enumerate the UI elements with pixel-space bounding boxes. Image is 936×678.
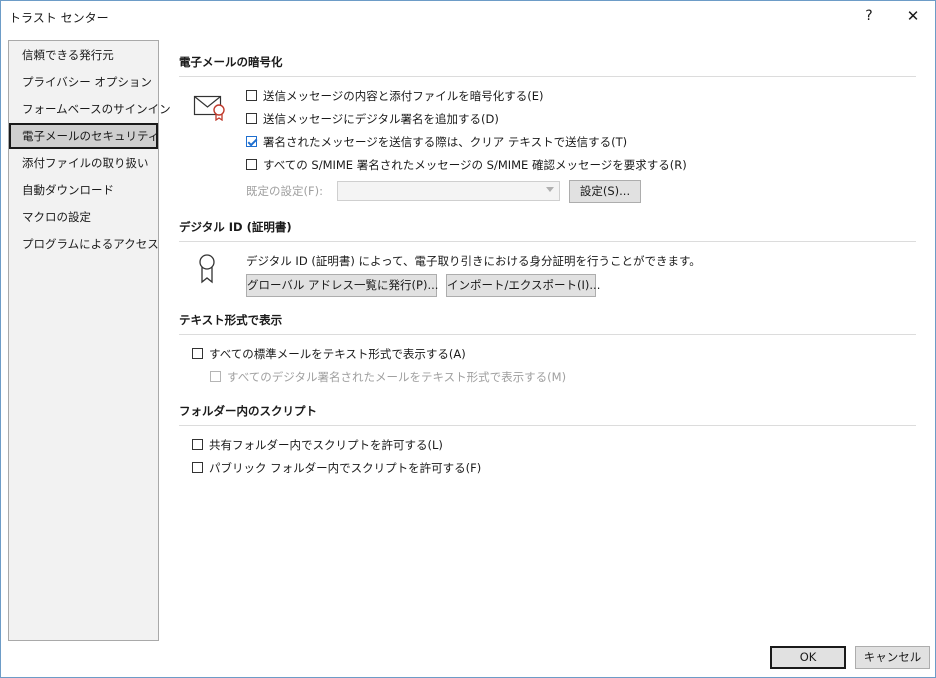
- section-divider: [179, 425, 916, 426]
- encryption-settings-button[interactable]: 設定(S)...: [569, 180, 641, 203]
- sidebar-item-privacy-options[interactable]: プライバシー オプション: [9, 69, 158, 95]
- digital-id-description: デジタル ID (証明書) によって、電子取り引きにおける身分証明を行うことがで…: [246, 254, 701, 268]
- sidebar-item-trusted-publishers[interactable]: 信頼できる発行元: [9, 42, 158, 68]
- ok-button[interactable]: OK: [770, 646, 846, 669]
- read-signed-plain-text-checkbox[interactable]: [210, 371, 221, 382]
- cancel-button[interactable]: キャンセル: [855, 646, 930, 669]
- sidebar-item-email-security[interactable]: 電子メールのセキュリティ: [9, 123, 159, 149]
- section-divider: [179, 334, 916, 335]
- help-button[interactable]: ?: [847, 1, 891, 32]
- smime-receipt-checkbox[interactable]: [246, 159, 257, 170]
- public-folder-script-checkbox[interactable]: [192, 462, 203, 473]
- read-all-plain-text-checkbox[interactable]: [192, 348, 203, 359]
- sidebar-item-form-based-signin[interactable]: フォームベースのサインイン: [9, 96, 171, 122]
- sidebar-nav: 信頼できる発行元 プライバシー オプション フォームベースのサインイン 電子メー…: [8, 40, 171, 641]
- certificate-ribbon-icon: [199, 254, 215, 284]
- window-title: トラスト センター: [9, 11, 109, 25]
- smime-receipt-label: すべての S/MIME 署名されたメッセージの S/MIME 確認メッセージを要…: [263, 158, 687, 172]
- title-bar: トラスト センター ? ✕: [1, 1, 935, 32]
- add-signature-checkbox[interactable]: [246, 113, 257, 124]
- close-button[interactable]: ✕: [891, 1, 935, 32]
- import-export-button[interactable]: インポート/エクスポート(I)...: [446, 274, 600, 297]
- encrypt-content-checkbox[interactable]: [246, 90, 257, 101]
- folder-script-section-title: フォルダー内のスクリプト: [179, 404, 317, 418]
- encryption-section-title: 電子メールの暗号化: [179, 55, 283, 69]
- section-divider: [179, 241, 916, 242]
- default-setting-label: 既定の設定(F):: [246, 184, 323, 198]
- clear-text-signed-checkbox[interactable]: [246, 136, 257, 147]
- trust-center-dialog: トラスト センター ? ✕ 信頼できる発行元 プライバシー オプション フォーム…: [0, 0, 936, 678]
- encrypt-content-label: 送信メッセージの内容と添付ファイルを暗号化する(E): [263, 89, 544, 103]
- public-folder-script-label: パブリック フォルダー内でスクリプトを許可する(F): [209, 461, 482, 475]
- clear-text-signed-label: 署名されたメッセージを送信する際は、クリア テキストで送信する(T): [263, 135, 628, 149]
- publish-to-gal-button[interactable]: グローバル アドレス一覧に発行(P)...: [246, 274, 438, 297]
- plain-text-section-title: テキスト形式で表示: [179, 313, 283, 327]
- shared-folder-script-checkbox[interactable]: [192, 439, 203, 450]
- default-setting-dropdown[interactable]: [337, 181, 560, 201]
- sidebar-item-macro-settings[interactable]: マクロの設定: [9, 204, 158, 230]
- shared-folder-script-label: 共有フォルダー内でスクリプトを許可する(L): [209, 438, 443, 452]
- settings-panel: 電子メールの暗号化 送信メッセージの内容と添付ファイルを暗号化する(E) 送信メ…: [179, 41, 919, 641]
- read-all-plain-text-label: すべての標準メールをテキスト形式で表示する(A): [209, 347, 466, 361]
- sidebar-item-programmatic-access[interactable]: プログラムによるアクセス: [9, 231, 159, 257]
- section-divider: [179, 76, 916, 77]
- sidebar-item-attachment-handling[interactable]: 添付ファイルの取り扱い: [9, 150, 158, 176]
- add-signature-label: 送信メッセージにデジタル署名を追加する(D): [263, 112, 499, 126]
- chevron-down-icon: [546, 187, 554, 192]
- digital-id-section-title: デジタル ID (証明書): [179, 220, 292, 234]
- read-signed-plain-text-label: すべてのデジタル署名されたメールをテキスト形式で表示する(M): [227, 370, 567, 384]
- sidebar-item-automatic-download[interactable]: 自動ダウンロード: [9, 177, 158, 203]
- envelope-certificate-icon: [193, 95, 225, 121]
